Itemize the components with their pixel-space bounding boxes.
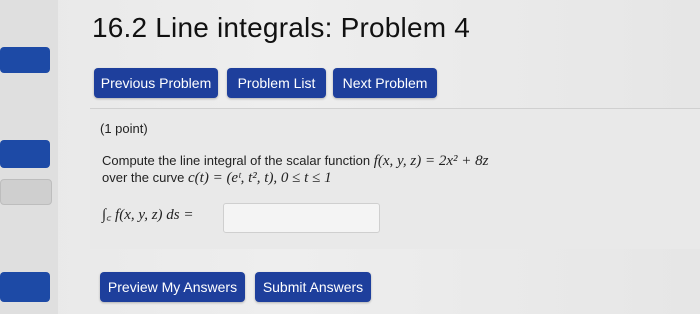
sidebar-button-2[interactable] <box>0 140 50 168</box>
statement-prefix: Compute the line integral of the scalar … <box>102 153 371 168</box>
curve-statement: over the curve c(t) = (eᵗ, t², t), 0 ≤ t… <box>102 170 332 187</box>
problem-statement: Compute the line integral of the scalar … <box>102 152 488 170</box>
previous-problem-button[interactable]: Previous Problem <box>94 68 218 98</box>
answer-input[interactable] <box>223 203 380 233</box>
problem-list-button[interactable]: Problem List <box>227 68 326 98</box>
integral-expression: ∫꜀ f(x, y, z) ds = <box>102 207 194 223</box>
page-title: 16.2 Line integrals: Problem 4 <box>92 12 470 43</box>
preview-answers-button[interactable]: Preview My Answers <box>100 272 245 302</box>
curve-expression: c(t) = (eᵗ, t², t), 0 ≤ t ≤ 1 <box>188 170 332 186</box>
submit-answers-button[interactable]: Submit Answers <box>255 272 371 302</box>
function-expression: f(x, y, z) = 2x² + 8z <box>373 153 489 169</box>
sidebar-button-3[interactable] <box>0 179 52 205</box>
points-label: (1 point) <box>100 121 148 136</box>
sidebar-button-1[interactable] <box>0 47 50 73</box>
curve-prefix: over the curve <box>102 170 185 185</box>
next-problem-button[interactable]: Next Problem <box>333 68 437 98</box>
sidebar-button-4[interactable] <box>0 272 50 302</box>
left-sidebar <box>0 0 58 314</box>
